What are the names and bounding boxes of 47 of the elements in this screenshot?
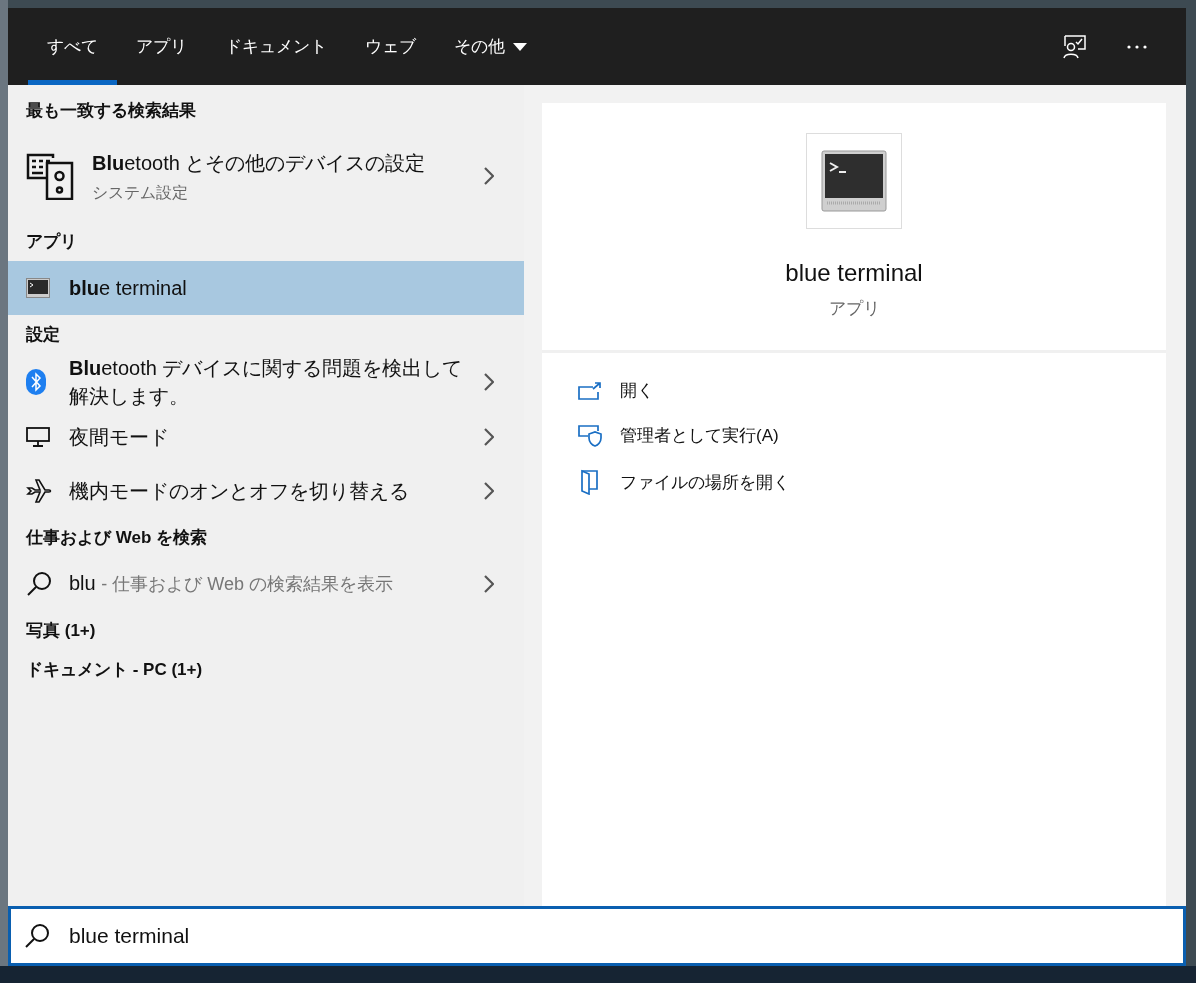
- terminal-icon: [26, 278, 50, 298]
- open-window-icon: [578, 381, 602, 400]
- result-title: Bluetooth デバイスに関する問題を検出して解決します。: [69, 356, 464, 409]
- tab[interactable]: ウェブ: [346, 8, 435, 85]
- chevron-icon: [484, 373, 494, 391]
- shield-icon: [578, 424, 602, 447]
- action-link[interactable]: ファイルの場所を開く: [620, 470, 790, 494]
- section-heading: 仕事および Web を検索: [25, 527, 209, 549]
- chevron-icon: [484, 575, 494, 593]
- result-item[interactable]: 夜間モード: [8, 410, 524, 464]
- app-type: アプリ: [828, 298, 880, 320]
- action-link[interactable]: 管理者として実行(A): [620, 424, 779, 447]
- result-title: 機内モードのオンとオフを切り替える: [69, 479, 410, 504]
- result-item[interactable]: Bluetooth デバイスに関する問題を検出して解決します。: [8, 354, 524, 410]
- more-icon[interactable]: [1126, 43, 1148, 50]
- hint-text: - 仕事および Web の検索結果を表示: [101, 574, 393, 594]
- search-icon: [26, 571, 52, 597]
- chevron-icon: [484, 428, 494, 446]
- tab[interactable]: その他: [435, 8, 546, 85]
- section-heading: 写真 (1+): [25, 620, 97, 642]
- section-heading: 最も一致する検索結果: [25, 100, 197, 122]
- keyboard-speaker-icon: [26, 152, 74, 200]
- result-item[interactable]: blu - 仕事および Web の検索結果を表示: [8, 557, 524, 611]
- result-item[interactable]: Bluetooth とその他のデバイスの設定 システム設定: [8, 130, 524, 222]
- search-field[interactable]: blue terminal: [8, 906, 1186, 966]
- chevron-icon: [484, 167, 494, 185]
- result-item[interactable]: 機内モードのオンとオフを切り替える: [8, 464, 524, 518]
- section-heading: 設定: [25, 324, 61, 346]
- section-heading: ドキュメント - PC (1+): [25, 659, 204, 681]
- result-title: blue terminal: [69, 276, 188, 301]
- feedback-icon[interactable]: [1062, 33, 1088, 60]
- tab[interactable]: ドキュメント: [206, 8, 346, 85]
- bluetooth-icon: [26, 369, 46, 395]
- tab[interactable]: アプリ: [117, 8, 206, 85]
- chevron-icon: [484, 482, 494, 500]
- query-text: blu: [69, 572, 96, 594]
- app-name: blue terminal: [785, 259, 923, 287]
- result-title: Bluetooth とその他のデバイスの設定: [92, 150, 427, 176]
- caret-icon: [513, 42, 527, 51]
- result-subtitle: システム設定: [92, 182, 189, 203]
- monitor-icon: [26, 427, 50, 447]
- result-item[interactable]: blue terminal: [8, 261, 524, 315]
- result-title: 夜間モード: [69, 425, 170, 450]
- airplane-icon: [26, 479, 52, 503]
- terminal-icon: [821, 150, 887, 212]
- section-heading: アプリ: [25, 231, 78, 253]
- action-link[interactable]: 開く: [620, 379, 654, 402]
